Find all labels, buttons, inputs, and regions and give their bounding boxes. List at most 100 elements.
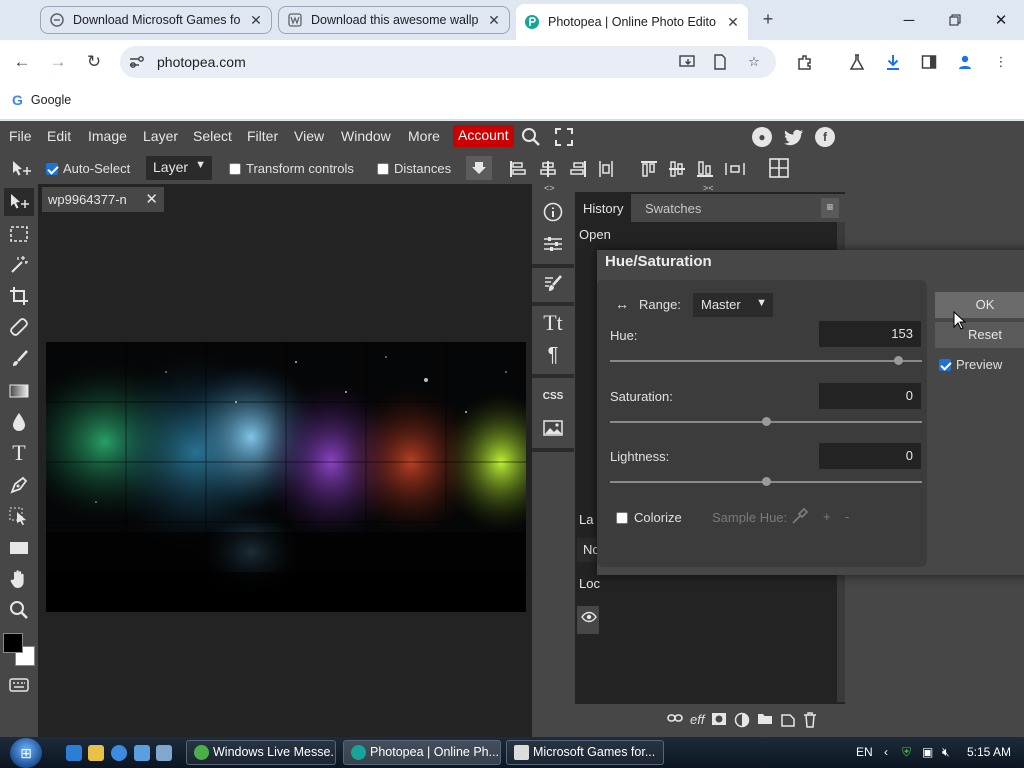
- close-tab-icon[interactable]: ✕: [485, 11, 503, 29]
- lightness-slider-handle[interactable]: [761, 477, 771, 486]
- forward-icon[interactable]: →: [46, 50, 70, 74]
- range-select-dropdown[interactable]: Master ▼: [693, 293, 773, 317]
- preview-checkbox[interactable]: Preview: [939, 357, 1002, 372]
- layers-tab-fragment[interactable]: La: [579, 512, 593, 527]
- new-layer-icon[interactable]: [780, 712, 796, 737]
- saturation-slider-handle[interactable]: [761, 417, 771, 426]
- brush-tool[interactable]: [4, 345, 34, 373]
- browser-tab-2[interactable]: Download this awesome wallp ✕: [278, 6, 510, 34]
- menu-more[interactable]: More: [408, 128, 440, 144]
- show-desktop-icon[interactable]: [66, 745, 82, 761]
- adjustments-panel-button[interactable]: [537, 230, 569, 258]
- browser-menu-icon[interactable]: ⋮: [990, 51, 1012, 73]
- canvas-area[interactable]: wp9964377-n ✕: [38, 184, 532, 737]
- align-right-icon[interactable]: [569, 160, 587, 178]
- mask-icon[interactable]: [711, 712, 727, 737]
- download-icon[interactable]: [882, 51, 904, 73]
- close-tab-icon[interactable]: ✕: [247, 11, 265, 29]
- blur-tool[interactable]: [4, 408, 34, 436]
- move-tool[interactable]: [4, 188, 34, 216]
- eyedropper-minus-icon[interactable]: -: [845, 509, 849, 524]
- taskbar-item-messenger[interactable]: Windows Live Messe...: [186, 740, 336, 765]
- network-icon[interactable]: ▣: [922, 745, 933, 759]
- align-left-icon[interactable]: [509, 160, 527, 178]
- start-button[interactable]: ⊞: [10, 738, 42, 768]
- eyedropper-plus-icon[interactable]: +: [823, 509, 831, 524]
- address-bar[interactable]: photopea.com ☆: [120, 46, 776, 78]
- link-layers-icon[interactable]: [667, 712, 683, 737]
- taskbar-item-microsoft-games[interactable]: Microsoft Games for...: [506, 740, 664, 765]
- document-image[interactable]: [46, 342, 526, 612]
- reload-icon[interactable]: ↻: [82, 50, 106, 74]
- menu-edit[interactable]: Edit: [47, 128, 71, 144]
- document-tab[interactable]: wp9964377-n ✕: [42, 187, 164, 212]
- adjustment-layer-icon[interactable]: [734, 712, 750, 737]
- search-icon[interactable]: [521, 127, 541, 150]
- close-tab-icon[interactable]: ✕: [724, 13, 742, 31]
- collapse-arrows-icon[interactable]: ><: [703, 183, 714, 193]
- menu-select[interactable]: Select: [193, 128, 232, 144]
- trash-icon[interactable]: [803, 712, 817, 737]
- install-app-icon[interactable]: [678, 53, 698, 71]
- menu-file[interactable]: File: [9, 128, 32, 144]
- close-document-icon[interactable]: ✕: [145, 190, 158, 208]
- marquee-tool[interactable]: [4, 220, 34, 248]
- account-button[interactable]: Account: [453, 125, 514, 147]
- twitter-icon[interactable]: [784, 127, 804, 147]
- menu-window[interactable]: Window: [341, 128, 391, 144]
- keyboard-tool[interactable]: [4, 671, 34, 699]
- crop-tool[interactable]: [4, 282, 34, 310]
- css-panel-button[interactable]: CSS: [537, 382, 569, 410]
- media-center-icon[interactable]: [134, 745, 150, 761]
- auto-select-checkbox[interactable]: Auto-Select: [46, 161, 130, 176]
- restore-icon[interactable]: [942, 8, 968, 32]
- minimize-icon[interactable]: ─: [896, 8, 922, 32]
- hue-slider-track[interactable]: [610, 360, 922, 362]
- layer-visibility-eye-icon[interactable]: [577, 606, 599, 634]
- tab-swatches[interactable]: Swatches: [637, 194, 709, 222]
- image-panel-button[interactable]: [537, 414, 569, 442]
- layer-select-dropdown[interactable]: Layer ▼: [146, 156, 212, 180]
- page-icon[interactable]: [710, 53, 730, 71]
- color-swatches[interactable]: [2, 632, 36, 668]
- transform-controls-checkbox[interactable]: Transform controls: [229, 161, 354, 176]
- panel-menu-icon[interactable]: ≡: [821, 198, 839, 218]
- labs-flask-icon[interactable]: [846, 51, 868, 73]
- explorer-folder-icon[interactable]: [88, 745, 104, 761]
- side-panel-icon[interactable]: [918, 51, 940, 73]
- healing-tool[interactable]: [4, 313, 34, 341]
- tray-expand-icon[interactable]: ‹: [884, 745, 888, 759]
- facebook-icon[interactable]: f: [815, 127, 835, 147]
- shape-tool[interactable]: [4, 534, 34, 562]
- fx-icon[interactable]: eff: [690, 712, 704, 737]
- grid-icon[interactable]: [769, 158, 789, 178]
- path-select-tool[interactable]: [4, 502, 34, 530]
- download-arrow-icon[interactable]: [466, 156, 492, 180]
- profile-icon[interactable]: [954, 51, 976, 73]
- magic-wand-tool[interactable]: [4, 251, 34, 279]
- security-shield-icon[interactable]: ⛨: [902, 745, 911, 760]
- saturation-input[interactable]: 0: [819, 383, 921, 409]
- foreground-color-swatch[interactable]: [3, 633, 23, 653]
- menu-layer[interactable]: Layer: [143, 128, 178, 144]
- history-item-open[interactable]: Open: [579, 227, 611, 242]
- folder-icon[interactable]: [757, 712, 773, 737]
- expand-arrows-icon[interactable]: <>: [544, 183, 555, 193]
- align-top-icon[interactable]: [640, 160, 658, 178]
- menu-filter[interactable]: Filter: [247, 128, 278, 144]
- distribute-v-icon[interactable]: [724, 160, 746, 178]
- menu-image[interactable]: Image: [88, 128, 127, 144]
- align-center-h-icon[interactable]: [539, 160, 557, 178]
- fullscreen-icon[interactable]: [555, 128, 573, 149]
- clock[interactable]: 5:15 AM: [967, 745, 1011, 759]
- taskbar-item-photopea[interactable]: Photopea | Online Ph...: [343, 740, 501, 765]
- menu-view[interactable]: View: [294, 128, 324, 144]
- distribute-h-icon[interactable]: [597, 160, 615, 178]
- ok-button[interactable]: OK: [935, 292, 1024, 318]
- language-indicator[interactable]: EN: [856, 745, 873, 759]
- text-tool[interactable]: T: [4, 439, 34, 467]
- reset-button[interactable]: Reset: [935, 322, 1024, 348]
- distances-checkbox[interactable]: Distances: [377, 161, 451, 176]
- lightness-input[interactable]: 0: [819, 443, 921, 469]
- hand-tool[interactable]: [4, 565, 34, 593]
